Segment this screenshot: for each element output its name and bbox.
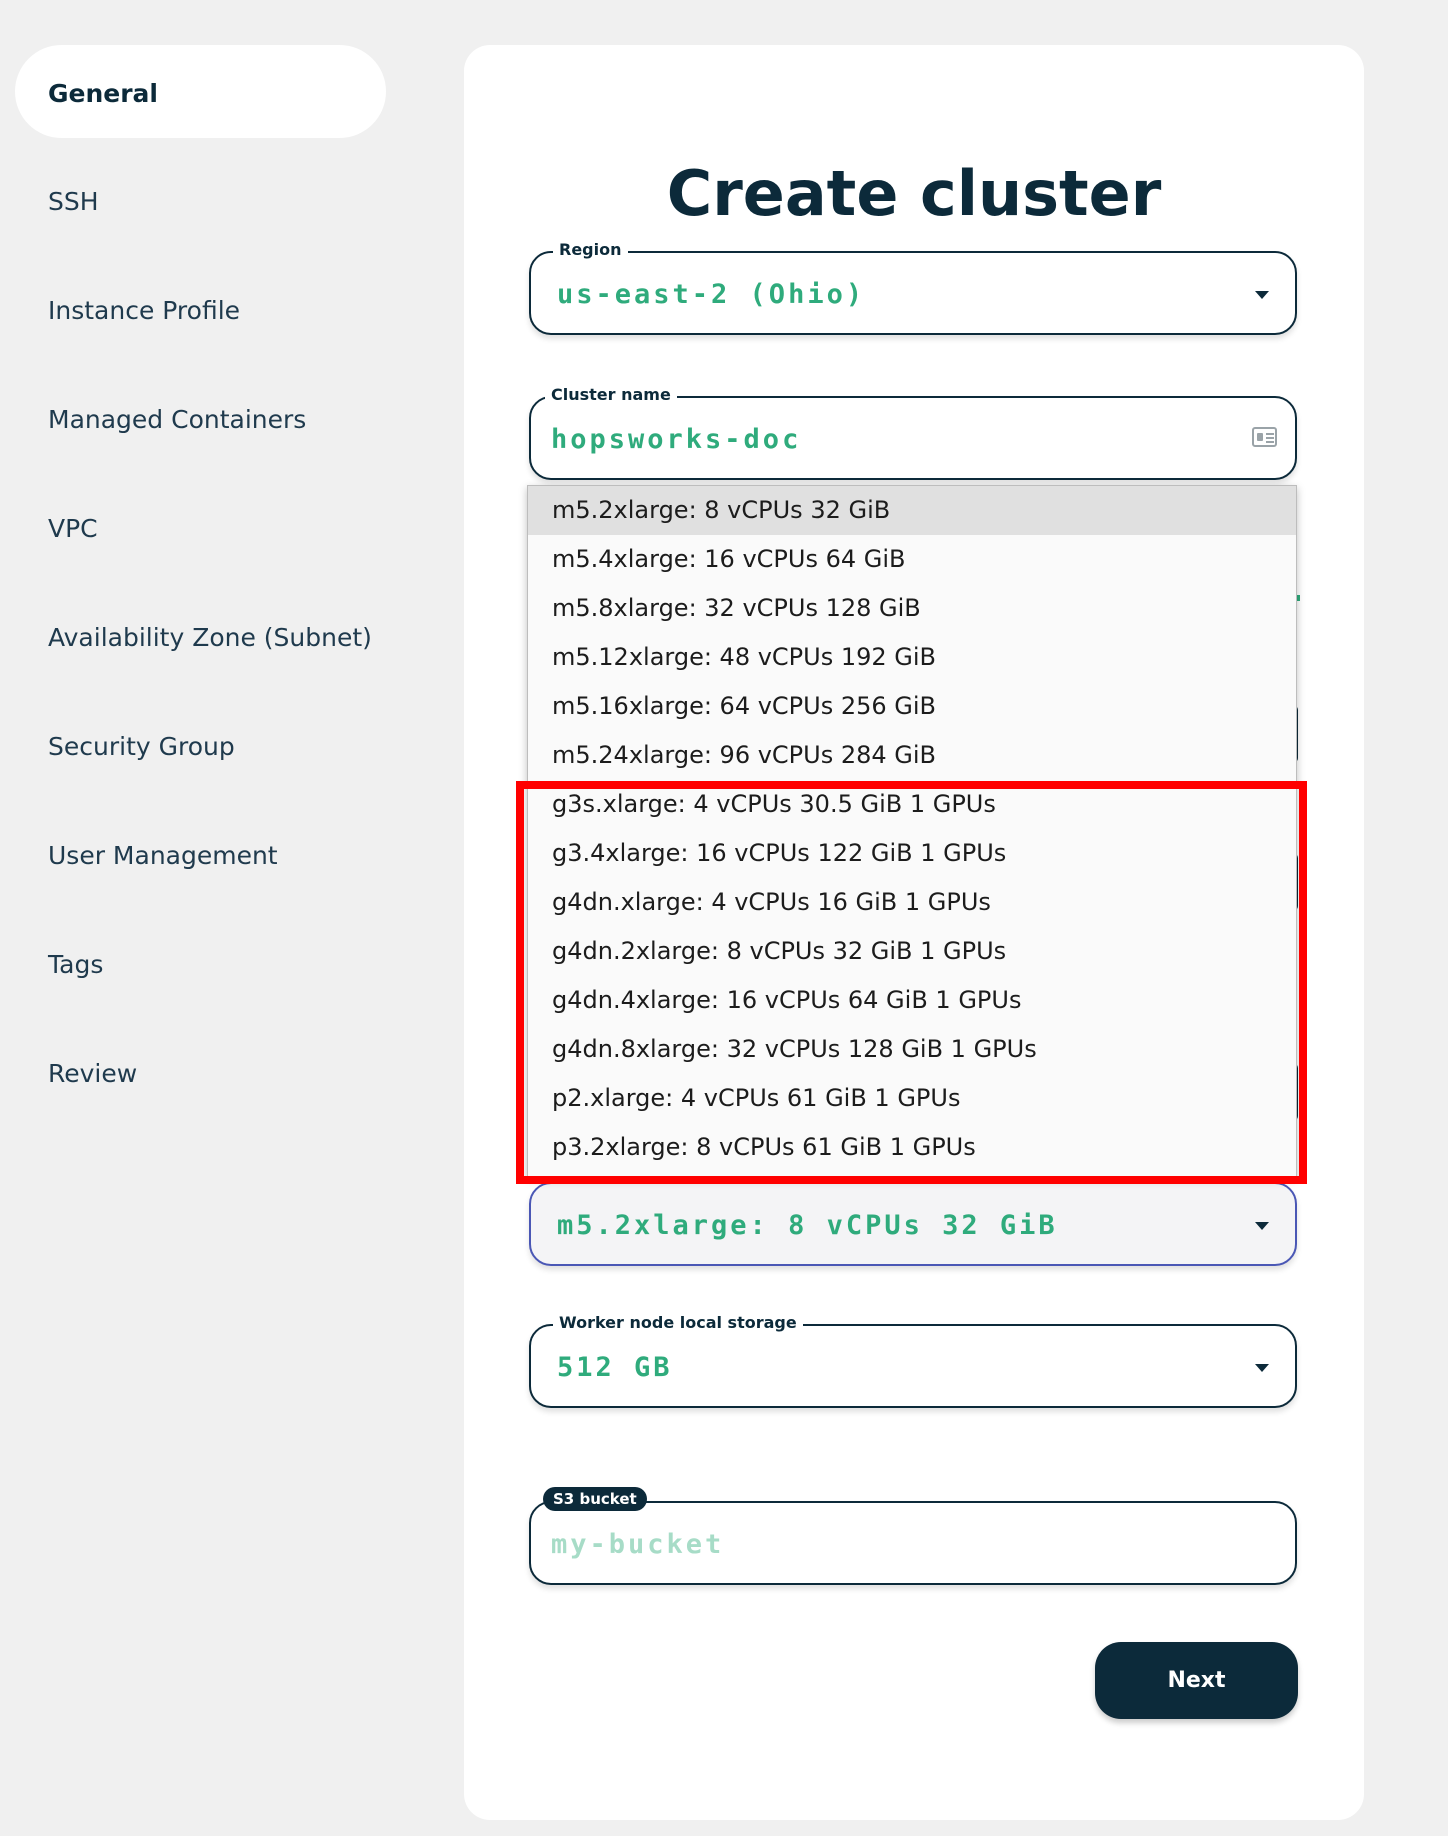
cluster-name-label: Cluster name — [545, 385, 677, 404]
region-label: Region — [553, 240, 628, 259]
dropdown-option[interactable]: m5.16xlarge: 64 vCPUs 256 GiB — [528, 682, 1296, 731]
sidebar-item-managed-containers[interactable]: Managed Containers — [48, 405, 306, 434]
sidebar-item-availability-zone[interactable]: Availability Zone (Subnet) — [48, 623, 372, 652]
dropdown-option[interactable]: g4dn.4xlarge: 16 vCPUs 64 GiB 1 GPUs — [528, 976, 1296, 1025]
worker-instance-type-select[interactable]: m5.2xlarge: 8 vCPUs 32 GiB — [529, 1182, 1297, 1266]
worker-storage-value: 512 GB — [557, 1352, 673, 1383]
dropdown-option[interactable]: p2.xlarge: 4 vCPUs 61 GiB 1 GPUs — [528, 1074, 1296, 1123]
dropdown-option[interactable]: m5.24xlarge: 96 vCPUs 284 GiB — [528, 731, 1296, 780]
dropdown-option[interactable]: m5.2xlarge: 8 vCPUs 32 GiB — [528, 486, 1296, 535]
dropdown-option[interactable]: p3.2xlarge: 8 vCPUs 61 GiB 1 GPUs — [528, 1123, 1296, 1172]
cluster-name-input[interactable]: Cluster name hopsworks-doc — [529, 385, 1297, 480]
sidebar: General SSH Instance Profile Managed Con… — [0, 0, 400, 1836]
sidebar-item-review[interactable]: Review — [48, 1059, 137, 1088]
region-value: us-east-2 (Ohio) — [557, 279, 866, 310]
obscured-field-edge — [1297, 595, 1300, 601]
sidebar-item-general[interactable]: General — [48, 79, 158, 108]
dropdown-option[interactable]: g3s.xlarge: 4 vCPUs 30.5 GiB 1 GPUs — [528, 780, 1296, 829]
s3-bucket-input[interactable]: S3 bucket my-bucket — [529, 1487, 1297, 1585]
region-select[interactable]: Region us-east-2 (Ohio) — [529, 240, 1297, 335]
dropdown-option[interactable]: g4dn.xlarge: 4 vCPUs 16 GiB 1 GPUs — [528, 878, 1296, 927]
chevron-down-icon — [1255, 291, 1269, 299]
s3-bucket-placeholder: my-bucket — [551, 1529, 725, 1560]
contact-card-icon — [1252, 427, 1277, 447]
chevron-down-icon — [1255, 1222, 1269, 1230]
dropdown-option[interactable]: m5.8xlarge: 32 vCPUs 128 GiB — [528, 584, 1296, 633]
worker-storage-select[interactable]: Worker node local storage 512 GB — [529, 1313, 1297, 1408]
dropdown-option[interactable]: g4dn.8xlarge: 32 vCPUs 128 GiB 1 GPUs — [528, 1025, 1296, 1074]
sidebar-item-instance-profile[interactable]: Instance Profile — [48, 296, 240, 325]
dropdown-option[interactable]: m5.4xlarge: 16 vCPUs 64 GiB — [528, 535, 1296, 584]
instance-type-dropdown[interactable]: m5.2xlarge: 8 vCPUs 32 GiB m5.4xlarge: 1… — [527, 485, 1297, 1177]
worker-storage-label: Worker node local storage — [553, 1313, 803, 1332]
s3-bucket-label: S3 bucket — [543, 1487, 647, 1511]
page-title: Create cluster — [666, 157, 1162, 230]
dropdown-option[interactable]: g3.4xlarge: 16 vCPUs 122 GiB 1 GPUs — [528, 829, 1296, 878]
sidebar-item-user-management[interactable]: User Management — [48, 841, 278, 870]
sidebar-item-vpc[interactable]: VPC — [48, 514, 98, 543]
sidebar-item-security-group[interactable]: Security Group — [48, 732, 235, 761]
dropdown-option[interactable]: g4dn.2xlarge: 8 vCPUs 32 GiB 1 GPUs — [528, 927, 1296, 976]
chevron-down-icon — [1255, 1364, 1269, 1372]
dropdown-option[interactable]: m5.12xlarge: 48 vCPUs 192 GiB — [528, 633, 1296, 682]
sidebar-item-tags[interactable]: Tags — [48, 950, 103, 979]
cluster-name-value: hopsworks-doc — [551, 424, 802, 455]
worker-instance-type-value: m5.2xlarge: 8 vCPUs 32 GiB — [557, 1210, 1058, 1241]
sidebar-item-ssh[interactable]: SSH — [48, 187, 99, 216]
next-button[interactable]: Next — [1095, 1642, 1298, 1719]
